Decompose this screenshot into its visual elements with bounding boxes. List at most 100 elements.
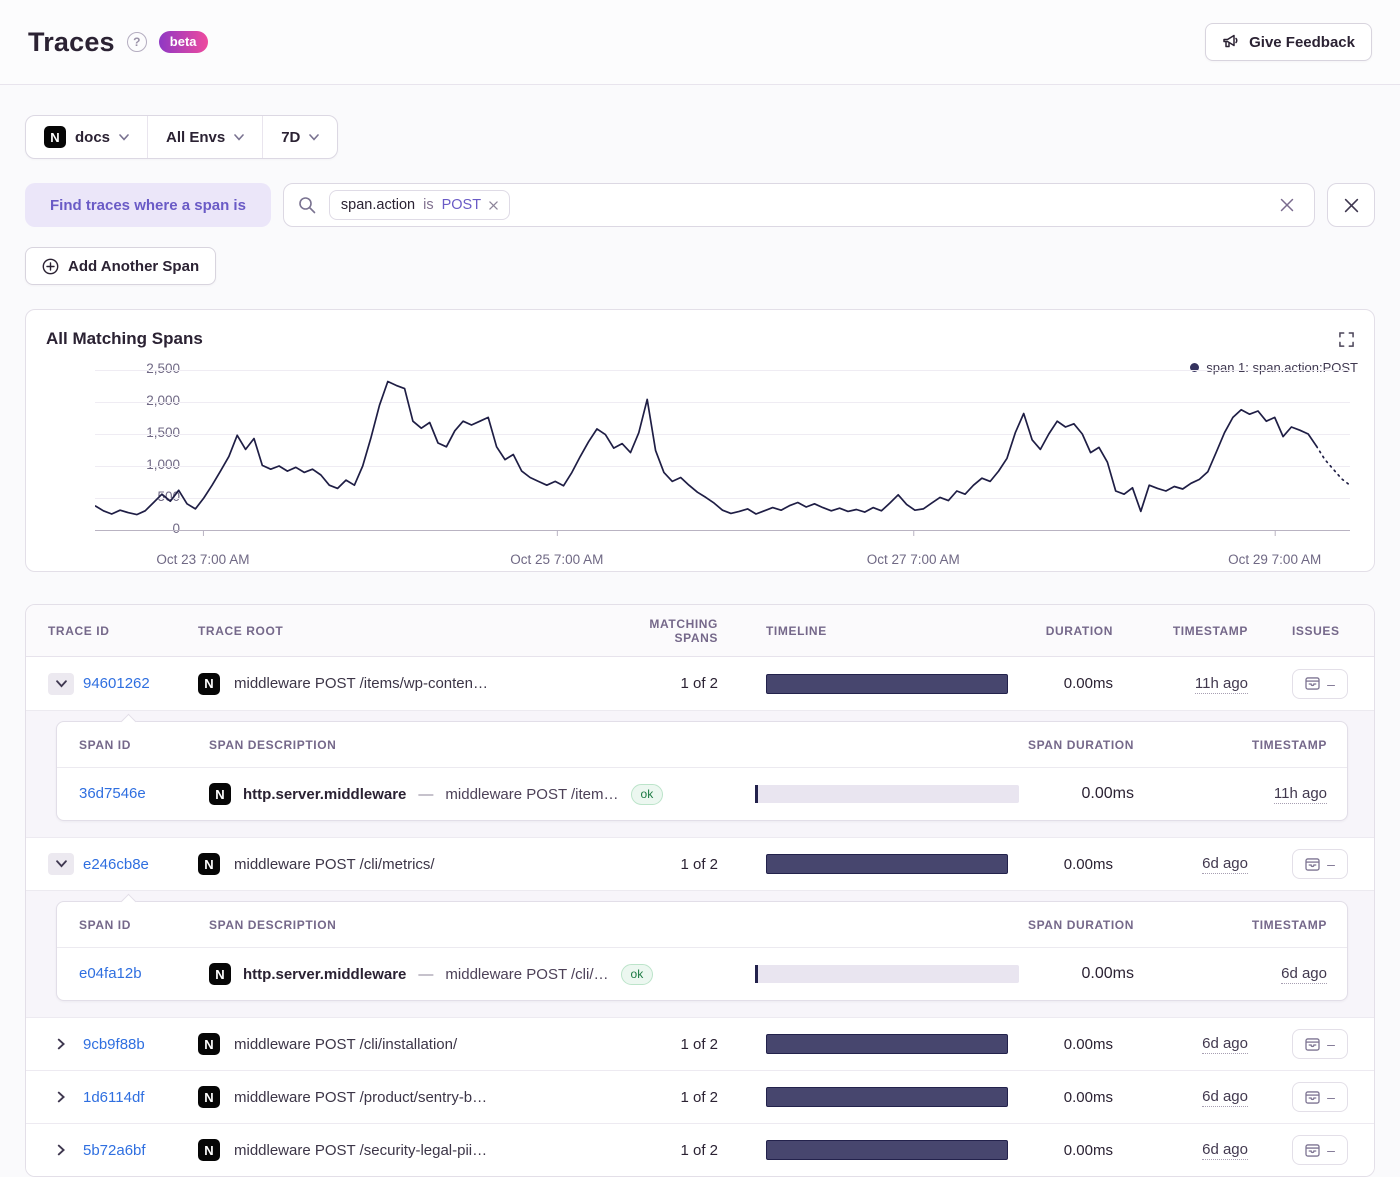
search-icon (298, 196, 316, 214)
span-duration-value: 0.00ms (1019, 965, 1134, 983)
issues-icon (1305, 1144, 1320, 1157)
top-bar: Traces ? beta Give Feedback (0, 0, 1400, 85)
chevron-down-icon (234, 134, 244, 141)
nextjs-icon: N (209, 963, 231, 985)
span-operation: http.server.middleware (243, 966, 406, 983)
chart-plot-area[interactable] (95, 370, 1350, 542)
col-span-description: SPAN DESCRIPTION (209, 738, 729, 752)
matching-spans-count: 1 of 2 (603, 1142, 718, 1159)
timestamp-value[interactable]: 11h ago (1195, 675, 1248, 694)
trace-id-link[interactable]: 5b72a6bf (83, 1142, 146, 1159)
duration-value: 0.00ms (1008, 675, 1113, 692)
chip-key: span.action (341, 197, 415, 213)
issues-button[interactable]: – (1292, 1082, 1348, 1112)
expand-chevron-button[interactable] (48, 1139, 74, 1161)
issues-count: – (1327, 856, 1335, 872)
expanded-trace-section: SPAN ID SPAN DESCRIPTION SPAN DURATION T… (26, 710, 1374, 837)
issues-count: – (1327, 1036, 1335, 1052)
issues-button[interactable]: – (1292, 849, 1348, 879)
duration-value: 0.00ms (1008, 1036, 1113, 1053)
issues-count: – (1327, 1089, 1335, 1105)
description-separator: — (418, 966, 433, 983)
nextjs-icon: N (198, 1086, 220, 1108)
span-operation: http.server.middleware (243, 786, 406, 803)
nextjs-icon: N (198, 1033, 220, 1055)
span-description: middleware POST /cli/… (445, 966, 608, 983)
span-timeline-bar[interactable] (755, 965, 1019, 983)
timeline-bar[interactable] (766, 1087, 1008, 1107)
x-tick-label: Oct 25 7:00 AM (487, 552, 627, 567)
remove-span-filter-button[interactable] (1327, 183, 1375, 227)
give-feedback-button[interactable]: Give Feedback (1205, 23, 1372, 61)
beta-badge: beta (159, 31, 208, 53)
add-another-span-button[interactable]: Add Another Span (25, 247, 216, 285)
table-row: 5b72a6bf N middleware POST /security-leg… (26, 1123, 1374, 1176)
issues-icon (1305, 677, 1320, 690)
duration-value: 0.00ms (1008, 1089, 1113, 1106)
timeline-bar[interactable] (766, 1034, 1008, 1054)
expand-chevron-button[interactable] (48, 853, 74, 875)
timeline-bar[interactable] (766, 854, 1008, 874)
duration-value: 0.00ms (1008, 856, 1113, 873)
search-filter-chip[interactable]: span.action is POST (329, 190, 510, 220)
span-id-link[interactable]: 36d7546e (79, 785, 146, 802)
issues-icon (1305, 1038, 1320, 1051)
expand-chevron-button[interactable] (48, 1086, 74, 1108)
page-title: Traces (28, 27, 115, 58)
col-span-duration: SPAN DURATION (1019, 738, 1134, 752)
span-timestamp-value[interactable]: 6d ago (1281, 965, 1327, 984)
environment-filter-dropdown[interactable]: All Envs (147, 116, 262, 158)
table-row: 9cb9f88b N middleware POST /cli/installa… (26, 1017, 1374, 1070)
search-clear-icon[interactable] (1274, 192, 1300, 218)
span-row: e04fa12b N http.server.middleware — midd… (57, 948, 1347, 1000)
span-search-input[interactable]: span.action is POST (283, 183, 1315, 227)
issues-button[interactable]: – (1292, 669, 1348, 699)
chevron-down-icon (309, 134, 319, 141)
col-timestamp: TIMESTAMP (1113, 624, 1248, 638)
expand-chevron-button[interactable] (48, 1033, 74, 1055)
timeline-bar[interactable] (766, 1140, 1008, 1160)
matching-spans-count: 1 of 2 (603, 675, 718, 692)
timestamp-value[interactable]: 6d ago (1202, 1035, 1248, 1054)
chevron-down-icon (119, 134, 129, 141)
project-filter-label: docs (75, 129, 110, 146)
table-header-row: TRACE ID TRACE ROOT MATCHING SPANS TIMEL… (26, 605, 1374, 657)
trace-id-link[interactable]: 1d6114df (83, 1089, 144, 1106)
expand-chart-icon[interactable] (1339, 332, 1354, 347)
timeline-bar[interactable] (766, 674, 1008, 694)
expand-chevron-button[interactable] (48, 673, 74, 695)
table-row: e246cb8e N middleware POST /cli/metrics/… (26, 837, 1374, 890)
chip-operator: is (423, 197, 433, 213)
date-range-filter-dropdown[interactable]: 7D (262, 116, 337, 158)
trace-id-link[interactable]: 9cb9f88b (83, 1036, 145, 1053)
chart-title: All Matching Spans (46, 329, 203, 349)
span-timestamp-value[interactable]: 11h ago (1274, 785, 1327, 804)
issues-button[interactable]: – (1292, 1135, 1348, 1165)
date-range-filter-label: 7D (281, 129, 300, 146)
timestamp-value[interactable]: 6d ago (1202, 1088, 1248, 1107)
trace-root-label: middleware POST /product/sentry-b… (234, 1089, 487, 1106)
timestamp-value[interactable]: 6d ago (1202, 855, 1248, 874)
col-span-timestamp: TIMESTAMP (1134, 738, 1327, 752)
span-timeline-bar[interactable] (755, 785, 1019, 803)
matching-spans-count: 1 of 2 (603, 1089, 718, 1106)
help-icon[interactable]: ? (127, 32, 147, 52)
span-id-link[interactable]: e04fa12b (79, 965, 142, 982)
trace-id-link[interactable]: 94601262 (83, 675, 150, 692)
span-status-badge: ok (621, 964, 654, 985)
matching-spans-chart-card: All Matching Spans span 1: span.action:P… (25, 309, 1375, 572)
table-row: 1d6114df N middleware POST /product/sent… (26, 1070, 1374, 1123)
trace-root-label: middleware POST /security-legal-pii… (234, 1142, 487, 1159)
nextjs-icon: N (198, 1139, 220, 1161)
trace-id-link[interactable]: e246cb8e (83, 856, 149, 873)
timestamp-value[interactable]: 6d ago (1202, 1141, 1248, 1160)
issues-button[interactable]: – (1292, 1029, 1348, 1059)
nextjs-icon: N (198, 853, 220, 875)
project-filter-dropdown[interactable]: N docs (26, 116, 147, 158)
x-tick-label: Oct 23 7:00 AM (133, 552, 273, 567)
nextjs-icon: N (198, 673, 220, 695)
subtable-header-row: SPAN ID SPAN DESCRIPTION SPAN DURATION T… (57, 722, 1347, 768)
col-span-description: SPAN DESCRIPTION (209, 918, 729, 932)
chip-remove-icon[interactable] (489, 201, 498, 210)
traces-table: TRACE ID TRACE ROOT MATCHING SPANS TIMEL… (25, 604, 1375, 1177)
